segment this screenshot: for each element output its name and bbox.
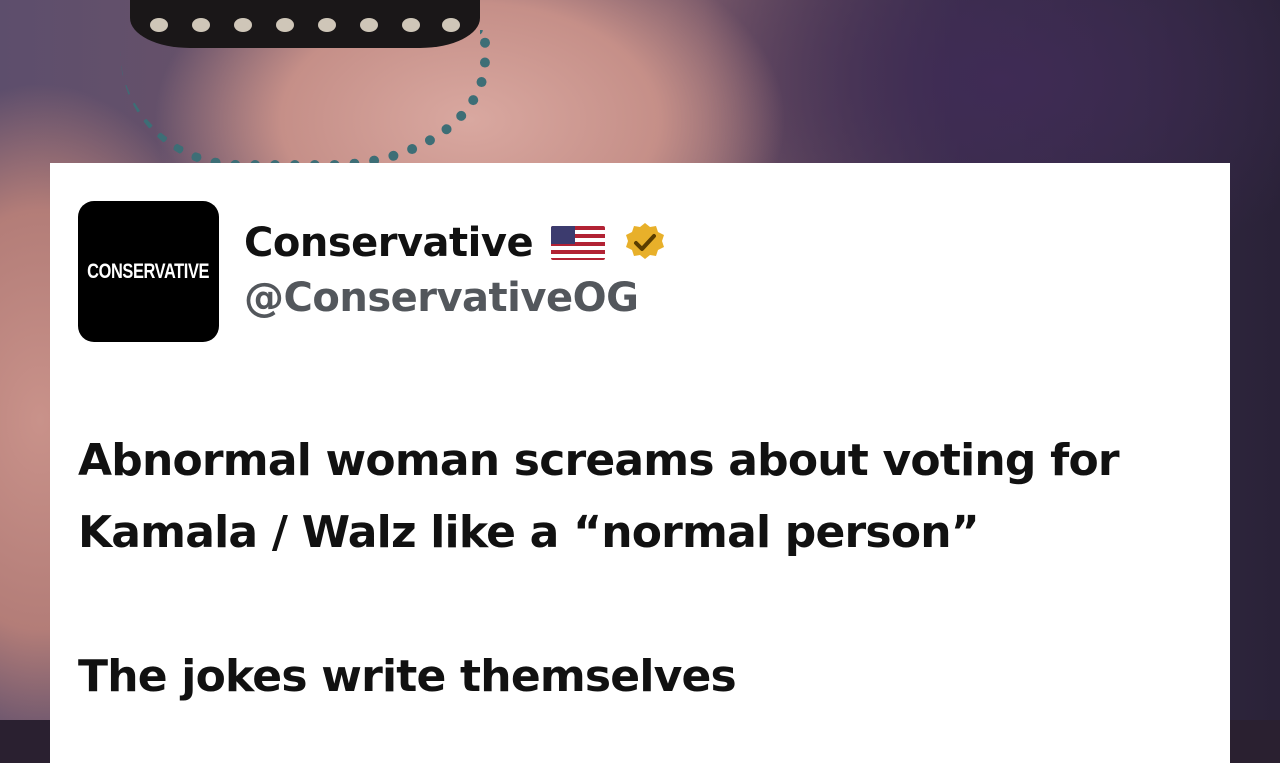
verified-badge-icon xyxy=(626,223,665,259)
tweet-text: Abnormal woman screams about voting for … xyxy=(78,425,1218,713)
tweet-line: Kamala / Walz like a “normal person” xyxy=(78,507,980,558)
name-row: Conservative xyxy=(244,215,667,271)
account-handle[interactable]: @ConservativeOG xyxy=(244,275,639,321)
spiked-choker xyxy=(130,0,480,48)
avatar[interactable]: CONSERVATIVE xyxy=(78,201,219,342)
tweet-line: The jokes write themselves xyxy=(78,651,737,702)
tweet-line: Abnormal woman screams about voting for xyxy=(78,435,1120,486)
bead-necklace xyxy=(120,30,490,170)
us-flag-icon xyxy=(551,226,606,260)
tweet-card: CONSERVATIVE Conservative @ConservativeO… xyxy=(50,163,1230,763)
avatar-text: CONSERVATIVE xyxy=(87,259,210,283)
display-name[interactable]: Conservative xyxy=(244,220,534,266)
